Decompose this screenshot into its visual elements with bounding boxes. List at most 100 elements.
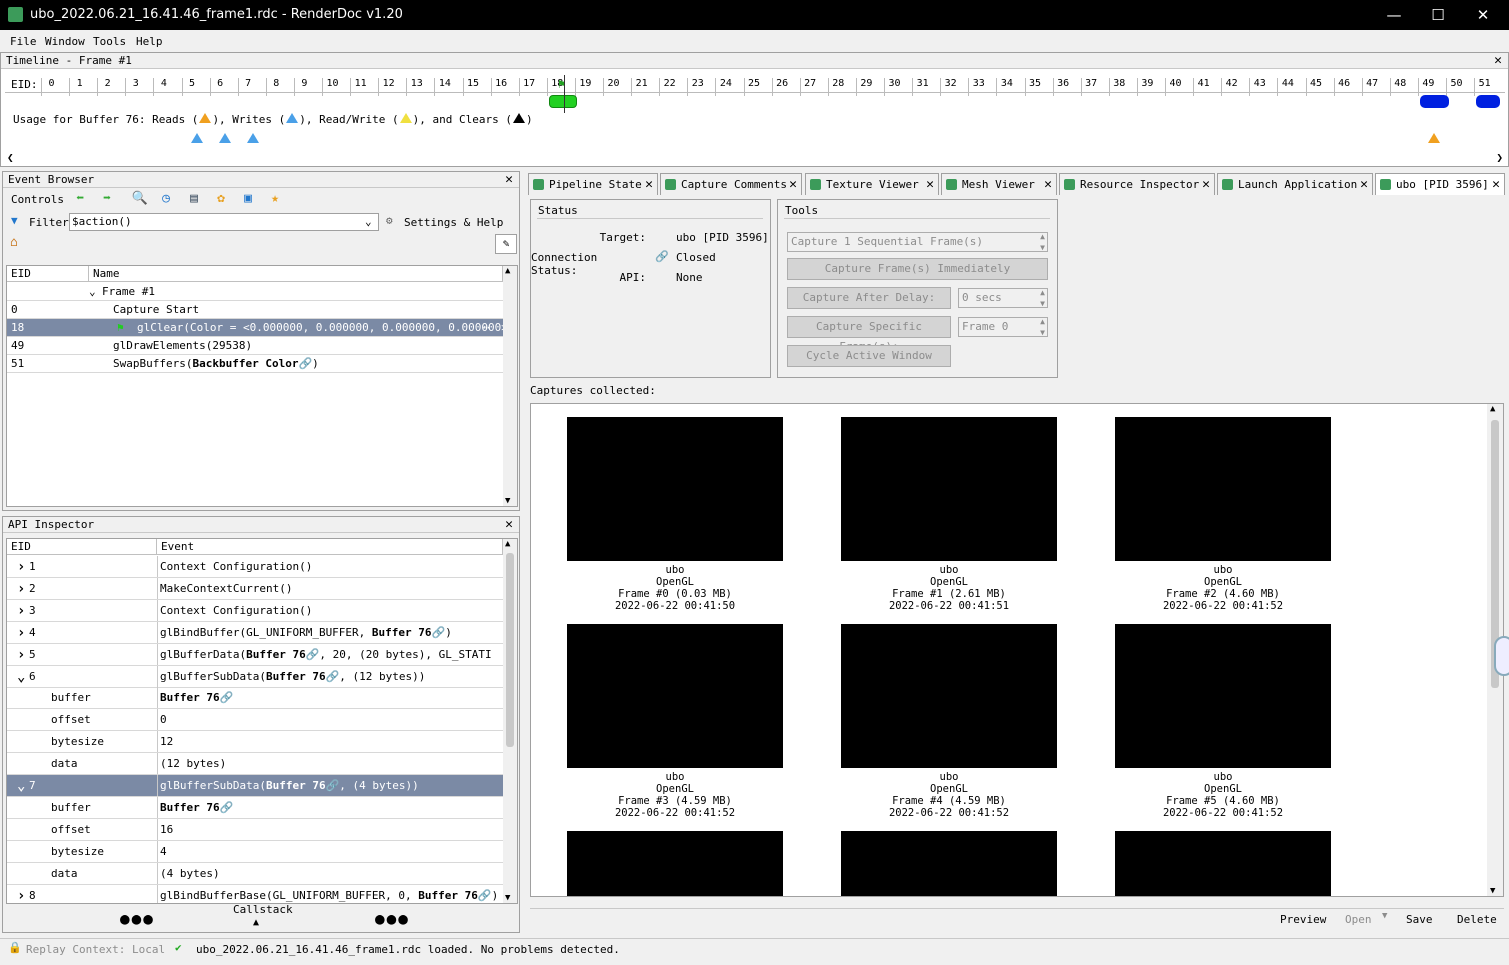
link-icon[interactable]: 🔗	[298, 357, 312, 370]
chevron-right-icon[interactable]: ›	[17, 644, 25, 665]
menu-window[interactable]: Window	[45, 35, 85, 48]
close-icon[interactable]: ✕	[1494, 53, 1502, 69]
api-param-row[interactable]: data (4 bytes)	[7, 862, 503, 885]
capture-thumbnail[interactable]	[567, 417, 783, 561]
scroll-right-icon[interactable]: ❯	[1496, 151, 1503, 164]
timeline-tick[interactable]: 37	[1080, 78, 1101, 96]
timeline-scrollbar[interactable]: ❮ ❯	[5, 151, 1505, 165]
scroll-up-icon[interactable]: ▲	[505, 266, 510, 276]
colorize-icon[interactable]: ✿	[212, 190, 230, 208]
timeline-tick[interactable]: 46	[1333, 78, 1354, 96]
scrollbar-thumb[interactable]	[506, 553, 514, 747]
timeline-tick[interactable]: 21	[631, 78, 651, 96]
timeline-tick[interactable]: 47	[1361, 78, 1382, 96]
link-icon[interactable]: 🔗	[306, 648, 320, 661]
timeline-tick[interactable]: 40	[1165, 78, 1185, 96]
chevron-right-icon[interactable]: ›	[17, 622, 25, 643]
capture-caption[interactable]: ubo OpenGL Frame #0 (0.03 MB) 2022-06-22 00…	[567, 564, 783, 612]
timeline-tick[interactable]: 5	[181, 78, 202, 96]
event-marker-swap[interactable]	[1476, 95, 1500, 108]
save-button[interactable]: Save	[1406, 913, 1433, 926]
timeline-tick[interactable]: 33	[968, 78, 988, 96]
scroll-left-icon[interactable]: ❮	[7, 151, 14, 164]
api-param-row[interactable]: buffer Buffer 76🔗	[7, 687, 503, 710]
timeline-tick[interactable]: 17	[518, 78, 539, 96]
tab-ubo-pid[interactable]: ubo [PID 3596] ✕	[1375, 173, 1505, 195]
tab-launch-application[interactable]: Launch Application ✕	[1217, 173, 1373, 195]
close-icon[interactable]: ✕	[926, 174, 934, 195]
timer-icon[interactable]: ◷	[157, 190, 175, 208]
tree-row[interactable]: 49 glDrawElements(29538)	[7, 337, 503, 355]
capture-thumbnail[interactable]	[1115, 624, 1331, 768]
capture-caption[interactable]: ubo OpenGL Frame #2 (4.60 MB) 2022-06-22 00…	[1115, 564, 1331, 612]
scroll-up-icon[interactable]: ▲	[1490, 404, 1495, 414]
resource-link[interactable]: Buffer 76	[266, 670, 326, 683]
link-icon[interactable]: 🔗	[326, 670, 340, 683]
resource-link[interactable]: Buffer 76	[266, 779, 326, 792]
menu-tools[interactable]: Tools	[93, 35, 126, 48]
timeline-tick[interactable]: 45	[1305, 78, 1326, 96]
timeline-eid-row[interactable]: EID: 0 1 2 3 4 5 6 7 8 9 10 11 12 13 14 15 16 17 18 19 20 21 2…	[5, 75, 1505, 96]
column-eid[interactable]: EID	[7, 539, 157, 555]
timeline-tick[interactable]: 50	[1446, 78, 1466, 96]
timeline-tick[interactable]: 34	[996, 78, 1016, 96]
chevron-down-icon[interactable]: ⌄	[17, 666, 25, 687]
timeline-tick[interactable]: 36	[1052, 78, 1073, 96]
gear-icon[interactable]: ⚙	[386, 214, 393, 227]
capture-immediately-button[interactable]: Capture Frame(s) Immediately	[787, 258, 1048, 280]
spinner-arrows-icon[interactable]: ▲ ▼	[1040, 316, 1045, 338]
link-icon[interactable]: 🔗	[220, 801, 234, 814]
column-event[interactable]: Event	[157, 539, 503, 555]
timeline-tick[interactable]: 39	[1136, 78, 1157, 96]
timeline-tick[interactable]: 13	[406, 78, 426, 96]
api-event-row[interactable]: › 3 Context Configuration()	[7, 599, 503, 622]
resource-link[interactable]: Buffer 76	[160, 801, 220, 814]
open-button[interactable]: Open	[1345, 913, 1372, 926]
timeline-tick[interactable]: 27	[799, 78, 820, 96]
more-icon[interactable]: ⋯	[483, 319, 490, 336]
capture-caption[interactable]: ubo OpenGL Frame #3 (4.59 MB) 2022-06-22 00…	[567, 771, 783, 819]
close-button[interactable]: ✕	[1465, 4, 1501, 26]
edit-icon[interactable]: ✎	[495, 234, 517, 254]
timeline-tick[interactable]: 12	[378, 78, 398, 96]
chevron-right-icon[interactable]: ›	[17, 600, 25, 621]
link-icon[interactable]: 🔗	[220, 691, 234, 704]
timeline-tick[interactable]: 1	[69, 78, 89, 96]
timeline-tick[interactable]: 22	[659, 78, 679, 96]
save-icon[interactable]: ▣	[239, 190, 257, 208]
tab-mesh-viewer[interactable]: Mesh Viewer ✕	[941, 173, 1057, 195]
timeline-tick[interactable]: 9	[293, 78, 314, 96]
api-param-row[interactable]: bytesize 4	[7, 840, 503, 863]
chevron-down-icon[interactable]: ▼	[1382, 911, 1387, 921]
resource-link[interactable]: Buffer 76	[246, 648, 306, 661]
close-icon[interactable]: ✕	[1202, 174, 1210, 195]
tree-row-frame[interactable]: ⌄ Frame #1	[7, 283, 503, 301]
timeline-tick[interactable]: 51	[1474, 78, 1494, 96]
close-icon[interactable]: ✕	[505, 172, 513, 188]
chevron-right-icon[interactable]: ›	[17, 556, 25, 577]
timeline-tick[interactable]: 43	[1249, 78, 1269, 96]
tab-capture-comments[interactable]: Capture Comments ✕	[660, 173, 802, 195]
capture-specific-button[interactable]: Capture Specific Frame(s):	[787, 316, 951, 353]
filter-input[interactable]: $action()	[69, 213, 379, 231]
timeline-tick[interactable]: 10	[322, 78, 342, 96]
timeline-tick[interactable]: 38	[1108, 78, 1129, 96]
timeline-tick[interactable]: 32	[940, 78, 960, 96]
close-icon[interactable]: ✕	[505, 517, 513, 533]
timeline-tick[interactable]: 41	[1193, 78, 1213, 96]
side-handle[interactable]	[1494, 636, 1509, 676]
timeline-tick[interactable]: 14	[434, 78, 454, 96]
timeline-tick[interactable]: 35	[1024, 78, 1045, 96]
timeline-tick[interactable]: 44	[1277, 78, 1297, 96]
resource-link[interactable]: Buffer 76	[372, 626, 432, 639]
resource-link[interactable]: Backbuffer Color	[192, 357, 298, 370]
close-icon[interactable]: ✕	[1492, 174, 1500, 195]
chevron-down-icon[interactable]: ⌄	[365, 215, 372, 228]
tab-texture-viewer[interactable]: Texture Viewer ✕	[805, 173, 939, 195]
close-icon[interactable]: ✕	[1360, 174, 1368, 195]
capture-caption[interactable]: ubo OpenGL Frame #4 (4.59 MB) 2022-06-22 00…	[841, 771, 1057, 819]
api-event-row[interactable]: › 5 glBufferData(Buffer 76🔗, 20, (20 bytes…	[7, 643, 503, 666]
tab-resource-inspector[interactable]: Resource Inspector ✕	[1059, 173, 1215, 195]
spinner-arrows-icon[interactable]: ▲ ▼	[1040, 287, 1045, 309]
link-icon[interactable]: 🔗	[326, 779, 340, 792]
